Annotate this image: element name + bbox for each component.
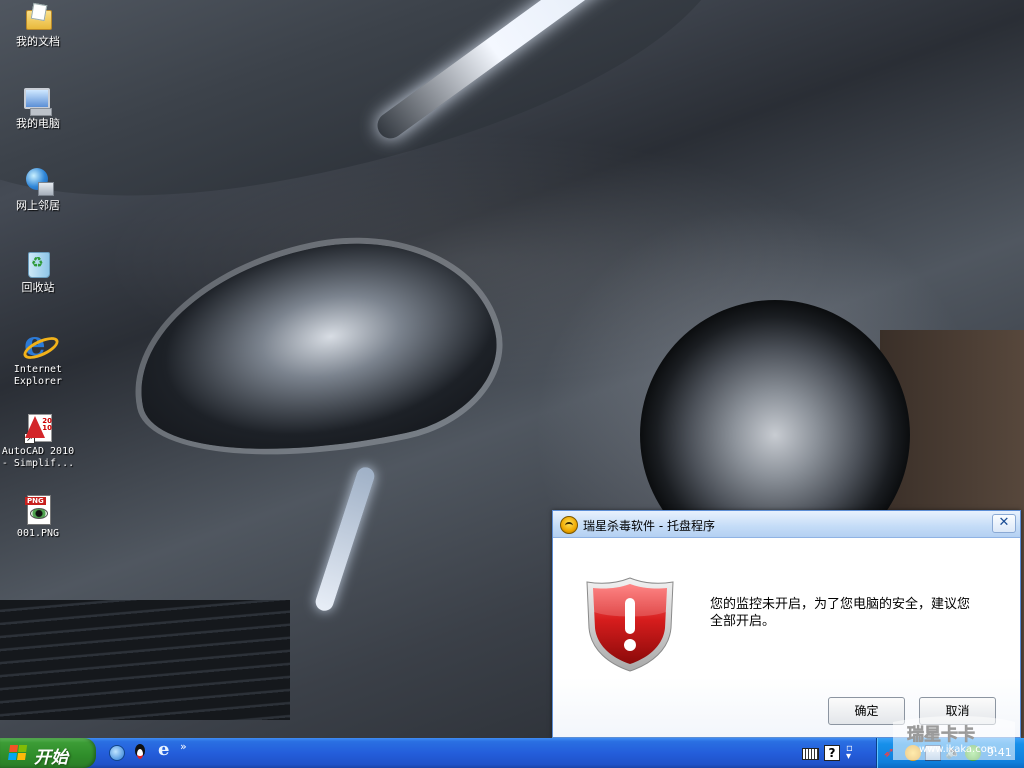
help-icon[interactable]: ? (824, 745, 840, 761)
quick-launch-browser-icon[interactable] (108, 744, 125, 761)
wallpaper-lower-led (313, 464, 377, 614)
desktop-icon-label: 我的电脑 (16, 117, 60, 130)
dialog-message: 您的监控未开启，为了您电脑的安全，建议您全部开启。 (710, 597, 971, 629)
internet-explorer-icon (22, 324, 54, 364)
viewer-eye-icon (30, 508, 48, 519)
desktop-icon-recycle-bin[interactable]: 回收站 (0, 248, 78, 294)
notification-area: ➶ 🔈 9:41 (876, 738, 1024, 768)
language-bar: ? ▫ ▾ (798, 742, 868, 764)
desktop-icon-label-line1: Internet (13, 364, 63, 375)
start-button[interactable]: 开始 (0, 738, 96, 768)
start-label: 开始 (34, 748, 68, 768)
png-tag: PNG (25, 497, 46, 505)
wallpaper-grille (0, 600, 290, 720)
tray-volume-icon[interactable]: 🔈 (945, 745, 961, 761)
png-file-icon: PNG (22, 494, 54, 526)
desktop-icon-label: 网上邻居 (16, 199, 60, 212)
wallpaper-hood (0, 0, 759, 239)
quick-launch-ie-icon[interactable] (156, 739, 172, 760)
desktop-icon-my-documents[interactable]: 我的文档 (0, 2, 78, 48)
tray-antivirus-icon[interactable] (905, 745, 921, 761)
clock[interactable]: 9:41 (987, 746, 1012, 759)
language-bar-options-icon[interactable]: ▫ ▾ (846, 744, 862, 762)
autocad-icon: 20 10 ↗ (22, 412, 54, 444)
windows-flag-icon (8, 745, 28, 761)
desktop-icon-label-line2: - Simplif... (1, 458, 75, 469)
tray-rising-monitor-icon[interactable]: ➶ (883, 745, 899, 761)
antivirus-alert-dialog: 瑞星杀毒软件 - 托盘程序 ✕ 您的监控未开启，为了您电脑的安全，建议您全部开启… (552, 510, 1021, 738)
warning-shield-icon (586, 577, 674, 672)
autocad-version-badge: 20 10 (42, 417, 52, 432)
tray-network-icon[interactable] (925, 745, 941, 761)
cancel-button[interactable]: 取消 (919, 697, 996, 725)
desktop-icon-my-computer[interactable]: 我的电脑 (0, 84, 78, 130)
desktop-icon-label-line2: Explorer (13, 376, 63, 387)
wallpaper-led-strip (372, 0, 768, 144)
keyboard-icon[interactable] (802, 745, 819, 761)
my-documents-icon (22, 2, 54, 34)
desktop-icon-label: 我的文档 (16, 35, 60, 48)
dialog-title: 瑞星杀毒软件 - 托盘程序 (583, 519, 715, 533)
quick-launch-qq-icon[interactable] (132, 744, 148, 760)
desktop-icon-internet-explorer[interactable]: Internet Explorer (0, 324, 78, 388)
tray-shield-icon[interactable] (965, 745, 981, 761)
my-computer-icon (22, 84, 54, 116)
quick-launch-more-icon[interactable]: » (180, 740, 187, 753)
close-button[interactable]: ✕ (992, 514, 1016, 533)
taskbar: 开始 » ? ▫▾ ➶ 🔈 9:41 (0, 738, 1024, 768)
desktop-icon-label: 回收站 (21, 281, 55, 294)
shortcut-arrow-icon: ↗ (24, 433, 35, 444)
desktop-icon-network-places[interactable]: 网上邻居 (0, 166, 78, 212)
wallpaper-headlight (118, 214, 512, 486)
desktop-icon-autocad[interactable]: 20 10 ↗ AutoCAD 2010 - Simplif... (0, 412, 78, 470)
desktop-icon-label-line1: AutoCAD 2010 (1, 446, 75, 457)
dialog-body: 您的监控未开启，为了您电脑的安全，建议您全部开启。 确定 取消 (553, 538, 1020, 737)
dialog-titlebar[interactable]: 瑞星杀毒软件 - 托盘程序 ✕ (553, 511, 1020, 538)
recycle-bin-icon (22, 248, 54, 280)
rising-lion-icon (560, 516, 578, 534)
network-places-icon (22, 166, 54, 198)
desktop-icon-label: 001.PNG (16, 528, 60, 539)
ok-button[interactable]: 确定 (828, 697, 905, 725)
desktop: 我的文档 我的电脑 网上邻居 回收站 Internet Explorer 20 … (0, 0, 1024, 738)
desktop-icon-png-file[interactable]: PNG 001.PNG (0, 494, 78, 540)
